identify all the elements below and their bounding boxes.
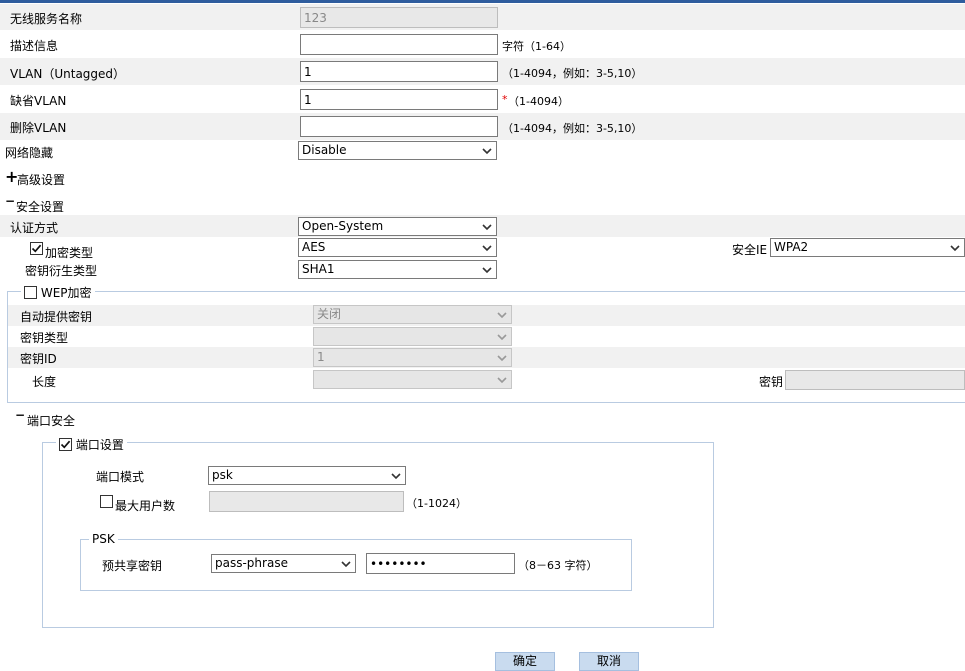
- length-select: [313, 370, 512, 389]
- vlan-hint: （1-4094，例如：3-5,10）: [502, 67, 643, 80]
- psk-label: 预共享密钥: [102, 559, 163, 573]
- chevron-down-icon: [391, 473, 401, 480]
- chevron-down-icon: [482, 267, 492, 274]
- wep-checkbox[interactable]: [24, 286, 37, 299]
- security-ie-value: WPA2: [774, 240, 809, 254]
- key-derivation-value: SHA1: [302, 262, 335, 276]
- collapse-security-icon[interactable]: −: [5, 194, 15, 208]
- cipher-type-label: 加密类型: [45, 246, 94, 260]
- auto-key-label: 自动提供密钥: [20, 310, 93, 324]
- advanced-settings-label[interactable]: 高级设置: [17, 171, 65, 188]
- description-hint: 字符（1-64）: [502, 40, 571, 53]
- wep-legend: WEP加密: [21, 284, 95, 301]
- delete-vlan-hint: （1-4094，例如：3-5,10）: [502, 122, 643, 135]
- chevron-down-icon: [497, 377, 507, 384]
- cipher-type-select[interactable]: AES: [298, 238, 497, 257]
- psk-password-field[interactable]: [366, 553, 515, 574]
- max-users-hint: （1-1024）: [406, 497, 467, 510]
- vlan-label: VLAN（Untagged）: [10, 67, 126, 81]
- auth-method-value: Open-System: [302, 219, 384, 233]
- description-label: 描述信息: [10, 39, 59, 53]
- vlan-field[interactable]: [300, 61, 498, 82]
- security-ie-label: 安全IE: [732, 243, 768, 257]
- key-id-select: 1: [313, 348, 512, 367]
- ssid-field: [300, 7, 498, 28]
- wep-label: WEP加密: [40, 286, 92, 300]
- security-ie-select[interactable]: WPA2: [770, 238, 965, 257]
- ok-button[interactable]: 确定: [495, 652, 555, 671]
- port-mode-select[interactable]: psk: [208, 466, 406, 485]
- auto-key-value: 关闭: [317, 307, 342, 321]
- hide-network-select[interactable]: Disable: [298, 141, 497, 160]
- key-derivation-label: 密钥衍生类型: [25, 264, 98, 278]
- default-vlan-label: 缺省VLAN: [10, 94, 67, 108]
- psk-hint: （8－63 字符）: [518, 559, 598, 572]
- cipher-type-checkbox[interactable]: [30, 242, 43, 255]
- cipher-type-value: AES: [302, 240, 326, 254]
- port-mode-value: psk: [212, 468, 233, 482]
- security-settings-label[interactable]: 安全设置: [16, 198, 64, 215]
- chevron-down-icon: [482, 245, 492, 252]
- max-users-label: 最大用户数: [115, 499, 176, 513]
- max-users-checkbox[interactable]: [100, 495, 113, 508]
- top-accent-bar: [0, 0, 965, 3]
- default-vlan-hint: （1-4094）: [508, 95, 569, 108]
- hide-network-value: Disable: [302, 143, 347, 157]
- key-id-label: 密钥ID: [20, 352, 57, 366]
- hide-network-label: 网络隐藏: [5, 146, 54, 160]
- port-settings-legend: 端口设置: [56, 436, 127, 453]
- psk-legend: PSK: [89, 532, 118, 546]
- chevron-down-icon: [950, 245, 960, 252]
- port-settings-checkbox[interactable]: [59, 438, 72, 451]
- chevron-down-icon: [497, 334, 507, 341]
- auth-method-select[interactable]: Open-System: [298, 217, 497, 236]
- auth-method-label: 认证方式: [10, 221, 59, 235]
- collapse-port-security-icon[interactable]: −: [15, 408, 25, 422]
- port-mode-label: 端口模式: [96, 470, 145, 484]
- wep-key-field: [785, 370, 965, 390]
- chevron-down-icon: [341, 561, 351, 568]
- chevron-down-icon: [482, 224, 492, 231]
- key-id-value: 1: [317, 350, 325, 364]
- required-marker: *: [502, 93, 508, 106]
- port-security-label[interactable]: 端口安全: [27, 412, 75, 429]
- default-vlan-field[interactable]: [300, 89, 498, 110]
- key-type-select: [313, 327, 512, 346]
- chevron-down-icon: [497, 312, 507, 319]
- key-derivation-select[interactable]: SHA1: [298, 260, 497, 279]
- key-type-label: 密钥类型: [20, 331, 69, 345]
- chevron-down-icon: [482, 148, 492, 155]
- delete-vlan-label: 删除VLAN: [10, 121, 67, 135]
- description-field[interactable]: [300, 34, 498, 55]
- checkmark-icon: [60, 440, 71, 449]
- ssid-label: 无线服务名称: [10, 12, 83, 26]
- delete-vlan-field[interactable]: [300, 116, 498, 137]
- length-label: 长度: [32, 375, 57, 389]
- cancel-button[interactable]: 取消: [579, 652, 639, 671]
- wep-key-label: 密钥: [759, 375, 784, 389]
- checkmark-icon: [31, 244, 42, 253]
- port-settings-label: 端口设置: [75, 438, 124, 452]
- psk-type-select[interactable]: pass-phrase: [211, 554, 356, 573]
- max-users-field: [209, 491, 404, 512]
- chevron-down-icon: [497, 355, 507, 362]
- psk-type-value: pass-phrase: [215, 556, 288, 570]
- auto-key-select: 关闭: [313, 305, 512, 324]
